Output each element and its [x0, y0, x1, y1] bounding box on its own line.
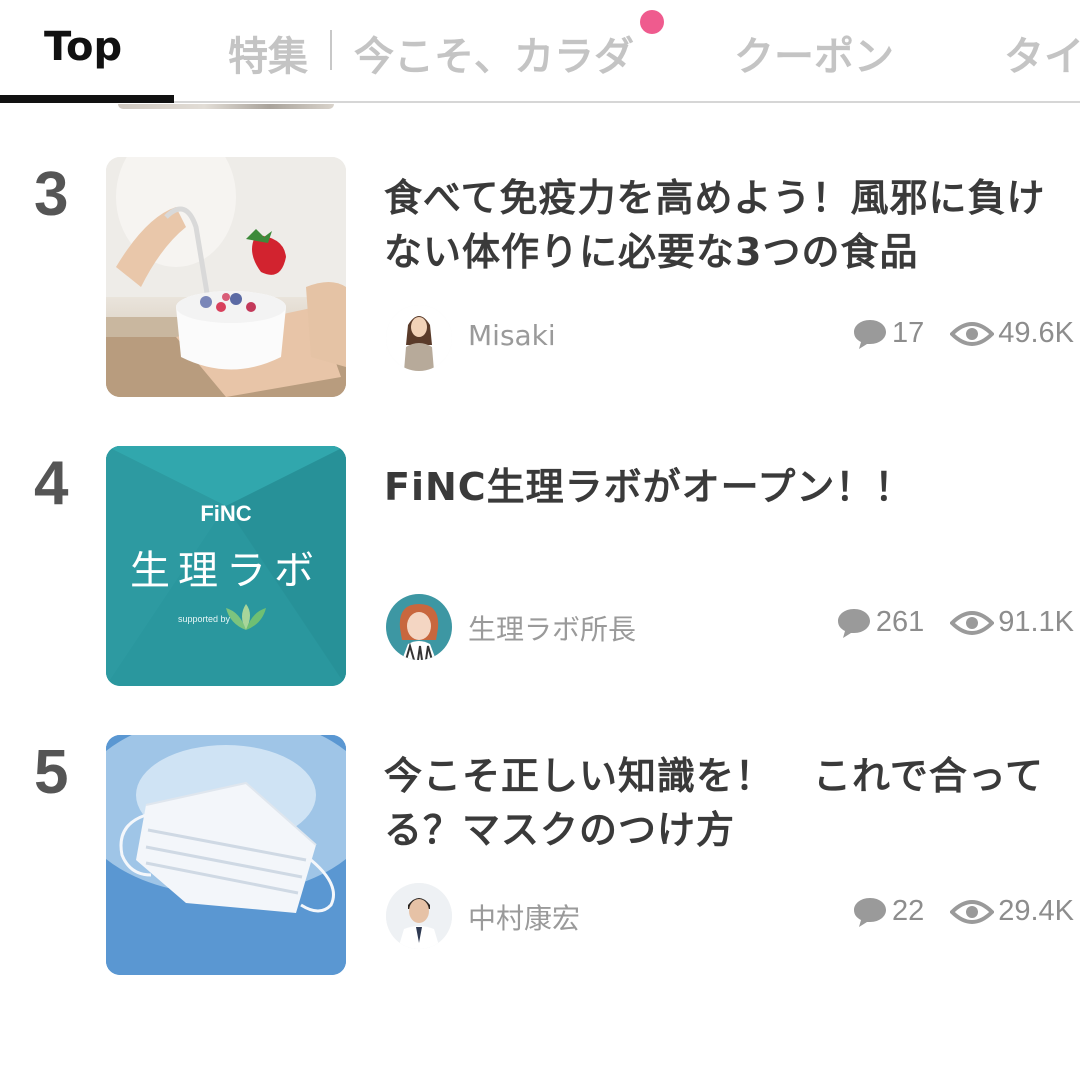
- comment-icon: [853, 319, 886, 349]
- author-name[interactable]: 中村康宏: [468, 897, 580, 937]
- rank-number: 3: [34, 160, 69, 229]
- author-avatar[interactable]: [386, 305, 452, 371]
- avatar: [386, 305, 452, 371]
- comment-count: 22: [852, 895, 924, 928]
- article-stats: 22 29.4K: [852, 895, 1074, 928]
- comment-count: 261: [836, 606, 924, 639]
- tab-bar: Top 特集 今こそ、カラダ クーポン タイ: [0, 0, 1080, 104]
- seiri-lab-text: 生理ラボ: [130, 548, 322, 594]
- supported-by-text: supported by: [178, 614, 231, 624]
- rank-number: 5: [34, 738, 69, 807]
- article-title[interactable]: FiNC生理ラボがオープン！！: [384, 460, 1074, 514]
- article-title[interactable]: 今こそ正しい知識を！ これで合ってる？マスクのつけ方: [384, 749, 1074, 857]
- finc-seiri-lab-logo: FiNC 生理ラボ supported by: [106, 446, 346, 686]
- avatar: [386, 883, 452, 949]
- article-title[interactable]: 食べて免疫力を高めよう！風邪に負けない体作りに必要な3つの食品: [384, 171, 1074, 279]
- author-avatar[interactable]: [386, 594, 452, 660]
- article-stats: 17 49.6K: [852, 317, 1074, 350]
- notification-dot: [640, 10, 664, 34]
- finc-brand-text: FiNC: [200, 501, 251, 526]
- comment-icon: [837, 608, 870, 638]
- rank-number: 4: [34, 449, 69, 518]
- view-count: 29.4K: [950, 895, 1074, 928]
- avatar: [386, 594, 452, 660]
- previous-article-thumbnail-edge[interactable]: [118, 104, 334, 109]
- eye-icon: [950, 899, 995, 924]
- article-thumbnail[interactable]: FiNC 生理ラボ supported by: [106, 446, 346, 686]
- yogurt-photo: [106, 157, 346, 397]
- article-stats: 261 91.1K: [836, 606, 1074, 639]
- view-count: 49.6K: [950, 317, 1074, 350]
- active-tab-indicator: [0, 95, 174, 103]
- tab-timeline[interactable]: タイ: [1004, 24, 1080, 82]
- tab-feature[interactable]: 特集: [228, 24, 308, 82]
- article-thumbnail[interactable]: [106, 157, 346, 397]
- eye-icon: [950, 321, 995, 346]
- face-mask-photo: [106, 735, 346, 975]
- tab-karada[interactable]: 今こそ、カラダ: [354, 24, 634, 82]
- author-name[interactable]: 生理ラボ所長: [468, 608, 636, 648]
- view-count: 91.1K: [950, 606, 1074, 639]
- article-thumbnail[interactable]: [106, 735, 346, 975]
- article-item[interactable]: 5 今こそ正しい知識を！ これで合ってる？マスクのつけ方 中村康宏 22 29.…: [0, 735, 1080, 977]
- tab-coupon[interactable]: クーポン: [734, 24, 894, 82]
- tab-top[interactable]: Top: [44, 24, 122, 70]
- author-name[interactable]: Misaki: [468, 319, 556, 352]
- article-item[interactable]: 3 食べて免疫力を高めよう！風邪に負けない体作りに必要な3つの食品 Misaki…: [0, 157, 1080, 399]
- comment-count: 17: [852, 317, 924, 350]
- author-avatar[interactable]: [386, 883, 452, 949]
- article-item[interactable]: 4 FiNC 生理ラボ supported by FiNC生理ラボがオープン！！…: [0, 446, 1080, 688]
- tab-divider: [330, 30, 332, 70]
- comment-icon: [853, 897, 886, 927]
- eye-icon: [950, 610, 995, 635]
